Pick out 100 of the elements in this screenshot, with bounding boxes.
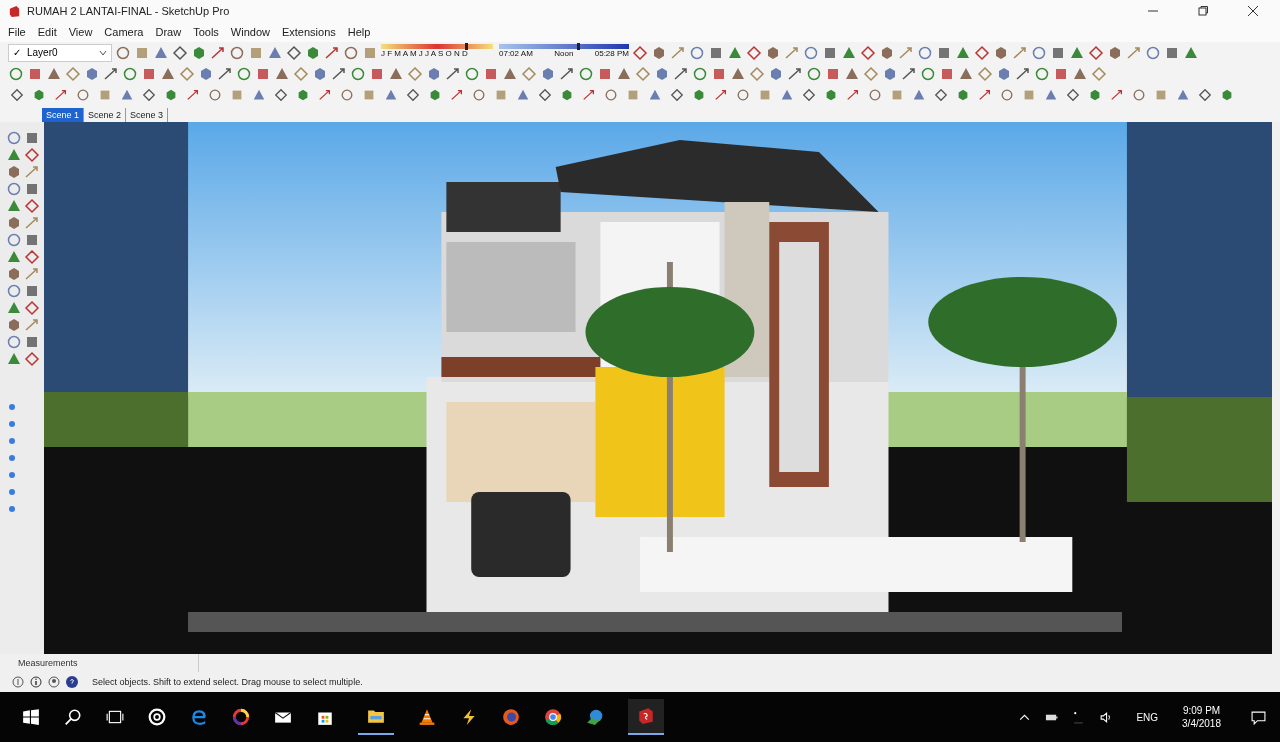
tool-icon[interactable] <box>1088 87 1102 102</box>
language-indicator[interactable]: ENG <box>1136 711 1159 723</box>
menu-item[interactable]: Draw <box>155 26 182 38</box>
tool-icon[interactable] <box>208 87 222 102</box>
tool-icon[interactable] <box>217 65 233 82</box>
tool-icon[interactable] <box>868 87 882 102</box>
tool-icon[interactable] <box>142 87 156 102</box>
tool-icon[interactable] <box>293 65 309 82</box>
tool-icon[interactable] <box>1126 44 1142 61</box>
panel-icon[interactable] <box>6 435 18 447</box>
tool-icon[interactable] <box>1088 44 1104 61</box>
tool-icon[interactable] <box>464 65 480 82</box>
tool-icon[interactable] <box>1132 87 1146 102</box>
tool-icon[interactable] <box>1066 87 1080 102</box>
tool-icon[interactable] <box>1031 44 1047 61</box>
tool-icon[interactable] <box>445 65 461 82</box>
tool-icon[interactable] <box>651 44 667 61</box>
tool-icon[interactable] <box>863 65 879 82</box>
ring-icon[interactable] <box>148 708 166 726</box>
tool-icon[interactable] <box>746 44 762 61</box>
tool-icon[interactable] <box>6 283 22 299</box>
help-icon[interactable] <box>66 676 78 688</box>
tool-icon[interactable] <box>24 198 40 214</box>
close-icon[interactable] <box>1248 6 1258 16</box>
tool-icon[interactable] <box>6 215 22 231</box>
tool-icon[interactable] <box>978 87 992 102</box>
tool-icon[interactable] <box>882 65 898 82</box>
tool-icon[interactable] <box>860 44 876 61</box>
tool-icon[interactable] <box>1015 65 1031 82</box>
start-icon[interactable] <box>22 708 40 726</box>
tool-icon[interactable] <box>286 44 302 61</box>
tool-icon[interactable] <box>350 65 366 82</box>
tool-icon[interactable] <box>236 65 252 82</box>
tool-icon[interactable] <box>1145 44 1161 61</box>
tool-icon[interactable] <box>312 65 328 82</box>
tool-icon[interactable] <box>768 65 784 82</box>
tool-icon[interactable] <box>6 351 22 367</box>
scene-tab[interactable]: Scene 1 <box>42 108 85 122</box>
tool-icon[interactable] <box>428 87 442 102</box>
tool-icon[interactable] <box>632 44 648 61</box>
tool-icon[interactable] <box>806 65 822 82</box>
tool-icon[interactable] <box>24 300 40 316</box>
clock[interactable]: 9:09 PM 3/4/2018 <box>1182 705 1221 729</box>
tool-icon[interactable] <box>784 44 800 61</box>
tool-icon[interactable] <box>8 65 24 82</box>
tool-icon[interactable] <box>1110 87 1124 102</box>
tool-icon[interactable] <box>274 87 288 102</box>
round-browser-icon[interactable] <box>544 708 562 726</box>
tool-icon[interactable] <box>122 65 138 82</box>
info-icon[interactable] <box>30 676 42 688</box>
tool-icon[interactable] <box>24 351 40 367</box>
tool-icon[interactable] <box>24 232 40 248</box>
tool-icon[interactable] <box>406 87 420 102</box>
slider-thumb[interactable] <box>465 43 468 50</box>
tool-icon[interactable] <box>331 65 347 82</box>
tool-icon[interactable] <box>6 249 22 265</box>
notification-icon[interactable] <box>1251 709 1266 725</box>
tool-icon[interactable] <box>115 44 131 61</box>
slider-thumb[interactable] <box>577 43 580 50</box>
caret-icon[interactable] <box>99 48 107 57</box>
tool-icon[interactable] <box>426 65 442 82</box>
speaker-icon[interactable] <box>1099 710 1113 724</box>
tool-icon[interactable] <box>450 87 464 102</box>
tool-icon[interactable] <box>210 44 226 61</box>
browser-e-icon[interactable] <box>190 708 208 726</box>
tool-icon[interactable] <box>103 65 119 82</box>
tool-icon[interactable] <box>6 198 22 214</box>
tool-icon[interactable] <box>689 44 705 61</box>
tool-icon[interactable] <box>179 65 195 82</box>
tool-icon[interactable] <box>1198 87 1212 102</box>
menu-item[interactable]: File <box>8 26 26 38</box>
tool-icon[interactable] <box>198 65 214 82</box>
tool-icon[interactable] <box>54 87 68 102</box>
tool-icon[interactable] <box>24 147 40 163</box>
tool-icon[interactable] <box>749 65 765 82</box>
panel-icon[interactable] <box>6 401 18 413</box>
panel-icon[interactable] <box>6 452 18 464</box>
tool-icon[interactable] <box>407 65 423 82</box>
tool-icon[interactable] <box>191 44 207 61</box>
tool-icon[interactable] <box>898 44 914 61</box>
menu-item[interactable]: Edit <box>37 26 57 38</box>
tool-icon[interactable] <box>6 266 22 282</box>
tool-icon[interactable] <box>32 87 46 102</box>
tool-icon[interactable] <box>6 232 22 248</box>
tool-icon[interactable] <box>164 87 178 102</box>
panel-icon[interactable] <box>6 503 18 515</box>
tool-icon[interactable] <box>6 300 22 316</box>
tool-icon[interactable] <box>24 283 40 299</box>
tool-icon[interactable] <box>540 65 556 82</box>
tool-icon[interactable] <box>692 87 706 102</box>
menu-item[interactable]: Extensions <box>281 26 336 38</box>
tool-icon[interactable] <box>956 87 970 102</box>
tool-icon[interactable] <box>1220 87 1234 102</box>
tool-icon[interactable] <box>340 87 354 102</box>
tool-icon[interactable] <box>560 87 574 102</box>
tool-icon[interactable] <box>934 87 948 102</box>
tool-icon[interactable] <box>76 87 90 102</box>
tool-icon[interactable] <box>229 44 245 61</box>
tool-icon[interactable] <box>10 87 24 102</box>
tool-icon[interactable] <box>472 87 486 102</box>
